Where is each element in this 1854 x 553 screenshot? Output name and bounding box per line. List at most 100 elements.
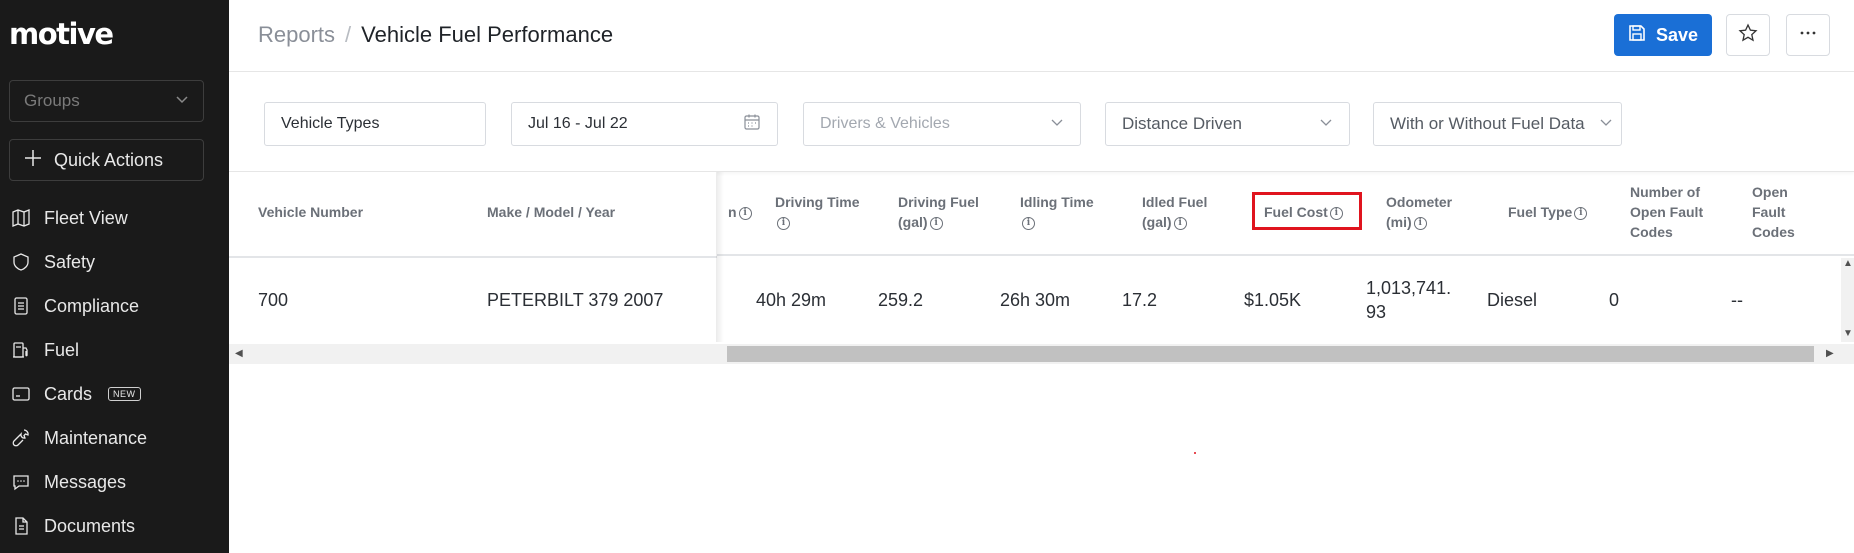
sidebar-item-label: Maintenance — [44, 427, 148, 448]
distance-driven-value: Distance Driven — [1122, 114, 1242, 133]
sidebar-item-fuel[interactable]: Fuel — [0, 328, 229, 372]
page-header: Reports / Vehicle Fuel Performance Save — [229, 0, 1854, 72]
vehicle-types-filter[interactable]: Vehicle Types — [264, 102, 486, 146]
chat-icon — [10, 471, 32, 493]
header-truncated-column[interactable]: ni — [728, 202, 752, 222]
sidebar-item-documents[interactable]: Documents — [0, 504, 229, 548]
sidebar-item-fleet-view[interactable]: Fleet View — [0, 196, 229, 240]
new-badge: NEW — [108, 387, 141, 401]
breadcrumb-separator: / — [345, 22, 352, 47]
info-icon[interactable]: i — [1173, 216, 1187, 230]
header-fuel-type[interactable]: Fuel Type i — [1508, 202, 1588, 222]
cell-driving-fuel: 259.2 — [878, 290, 924, 310]
sidebar-item-label: Compliance — [44, 295, 140, 316]
fuel-cost-highlight-box — [1252, 192, 1362, 230]
frozen-divider-shadow — [716, 172, 724, 342]
distance-driven-select[interactable]: Distance Driven — [1105, 102, 1350, 146]
plus-icon — [24, 149, 42, 172]
document-icon — [10, 515, 32, 537]
app-root: motive Groups Quick Actions Fleet View S… — [0, 0, 1854, 553]
horizontal-scrollbar-thumb[interactable] — [727, 346, 1814, 362]
date-range-picker[interactable]: Jul 16 - Jul 22 — [511, 102, 778, 146]
map-icon — [10, 207, 32, 229]
cell-fuel-cost: $1.05K — [1244, 290, 1302, 310]
shield-icon — [10, 251, 32, 273]
sidebar-item-maintenance[interactable]: Maintenance — [0, 416, 229, 460]
cell-driving-time: 40h 29m — [756, 290, 827, 310]
scroll-down-arrow-icon[interactable]: ▼ — [1843, 328, 1853, 339]
scroll-right-arrow-icon[interactable]: ▶ — [1826, 348, 1834, 359]
calendar-icon — [743, 113, 761, 136]
chevron-down-icon — [175, 91, 189, 111]
vertical-scrollbar[interactable]: ▲ ▼ — [1841, 258, 1854, 342]
frozen-columns: Vehicle Number Make / Model / Year 700 P… — [229, 172, 717, 342]
cursor-dot — [1194, 452, 1196, 454]
header-open-fault-codes-count[interactable]: Number of Open Fault Codes — [1630, 182, 1703, 242]
wrench-icon — [10, 427, 32, 449]
drivers-vehicles-placeholder: Drivers & Vehicles — [820, 115, 950, 132]
star-icon — [1738, 22, 1758, 48]
sidebar-item-label: Fleet View — [44, 207, 128, 228]
info-icon[interactable]: i — [1022, 216, 1035, 230]
save-button[interactable]: Save — [1614, 14, 1712, 56]
document-list-icon — [10, 295, 32, 317]
cell-idled-fuel: 17.2 — [1122, 290, 1158, 310]
sidebar-item-label: Documents — [44, 515, 136, 536]
fuel-data-select[interactable]: With or Without Fuel Data — [1373, 102, 1622, 146]
drivers-vehicles-select[interactable]: Drivers & Vehicles — [803, 102, 1081, 146]
motive-logo[interactable]: motive — [9, 17, 114, 51]
cell-fuel-type: Diesel — [1487, 290, 1538, 310]
filter-bar: Vehicle Types Jul 16 - Jul 22 Drivers & … — [229, 72, 1854, 172]
info-icon[interactable]: i — [738, 206, 752, 220]
breadcrumb-reports[interactable]: Reports — [258, 22, 335, 48]
scroll-left-arrow-icon[interactable]: ◀ — [235, 348, 243, 359]
more-horizontal-icon — [1798, 23, 1818, 48]
cell-open-fault-codes-count: 0 — [1609, 290, 1620, 310]
sidebar: motive Groups Quick Actions Fleet View S… — [0, 0, 229, 553]
more-options-button[interactable] — [1786, 14, 1830, 56]
sidebar-item-label: Cards — [44, 383, 93, 404]
header-make-model-year[interactable]: Make / Model / Year — [487, 202, 615, 222]
sidebar-item-label: Fuel — [44, 339, 80, 360]
fuel-pump-icon — [10, 339, 32, 361]
cell-odometer: 1,013,741. 93 — [1366, 278, 1452, 322]
info-icon[interactable]: i — [1413, 216, 1427, 230]
info-icon[interactable]: i — [777, 216, 790, 230]
favorite-button[interactable] — [1726, 14, 1770, 56]
quick-actions-label: Quick Actions — [54, 149, 164, 170]
groups-select[interactable]: Groups — [9, 80, 204, 122]
date-range-value: Jul 16 - Jul 22 — [528, 115, 628, 132]
groups-placeholder: Groups — [24, 91, 80, 110]
breadcrumb: Reports / Vehicle Fuel Performance — [258, 22, 613, 48]
sidebar-item-compliance[interactable]: Compliance — [0, 284, 229, 328]
card-icon — [10, 383, 32, 405]
header-idled-fuel[interactable]: Idled Fuel (gal) i — [1142, 192, 1207, 232]
sidebar-item-cards[interactable]: Cards NEW — [0, 372, 229, 416]
header-vehicle-number[interactable]: Vehicle Number — [258, 202, 363, 222]
save-label: Save — [1655, 24, 1699, 45]
sidebar-nav: Fleet View Safety Compliance Fuel Cards … — [0, 196, 229, 548]
header-odometer[interactable]: Odometer (mi) i — [1386, 192, 1452, 232]
sidebar-item-label: Messages — [44, 471, 127, 492]
save-icon — [1628, 24, 1646, 47]
chevron-down-icon — [1599, 114, 1613, 134]
info-icon[interactable]: i — [929, 216, 943, 230]
cell-vehicle-number[interactable]: 700 — [258, 288, 288, 312]
cell-open-fault-codes: -- — [1731, 290, 1743, 310]
report-table: ni Driving Time i Driving Fuel (gal) i Idli… — [229, 172, 1854, 364]
header-idling-time[interactable]: Idling Time i — [1020, 192, 1094, 232]
quick-actions-button[interactable]: Quick Actions — [9, 139, 204, 181]
chevron-down-icon — [1319, 114, 1333, 134]
scroll-up-arrow-icon[interactable]: ▲ — [1843, 258, 1853, 269]
info-icon[interactable]: i — [1574, 206, 1588, 220]
header-divider — [229, 256, 717, 258]
header-driving-fuel[interactable]: Driving Fuel (gal) i — [898, 192, 979, 232]
sidebar-item-messages[interactable]: Messages — [0, 460, 229, 504]
page-title: Vehicle Fuel Performance — [361, 22, 614, 47]
sidebar-item-label: Safety — [44, 251, 96, 272]
vehicle-types-label: Vehicle Types — [281, 115, 380, 132]
chevron-down-icon — [1050, 115, 1064, 134]
header-driving-time[interactable]: Driving Time i — [775, 192, 860, 232]
sidebar-item-safety[interactable]: Safety — [0, 240, 229, 284]
header-open-fault-codes[interactable]: Open Fault Codes — [1752, 182, 1795, 242]
